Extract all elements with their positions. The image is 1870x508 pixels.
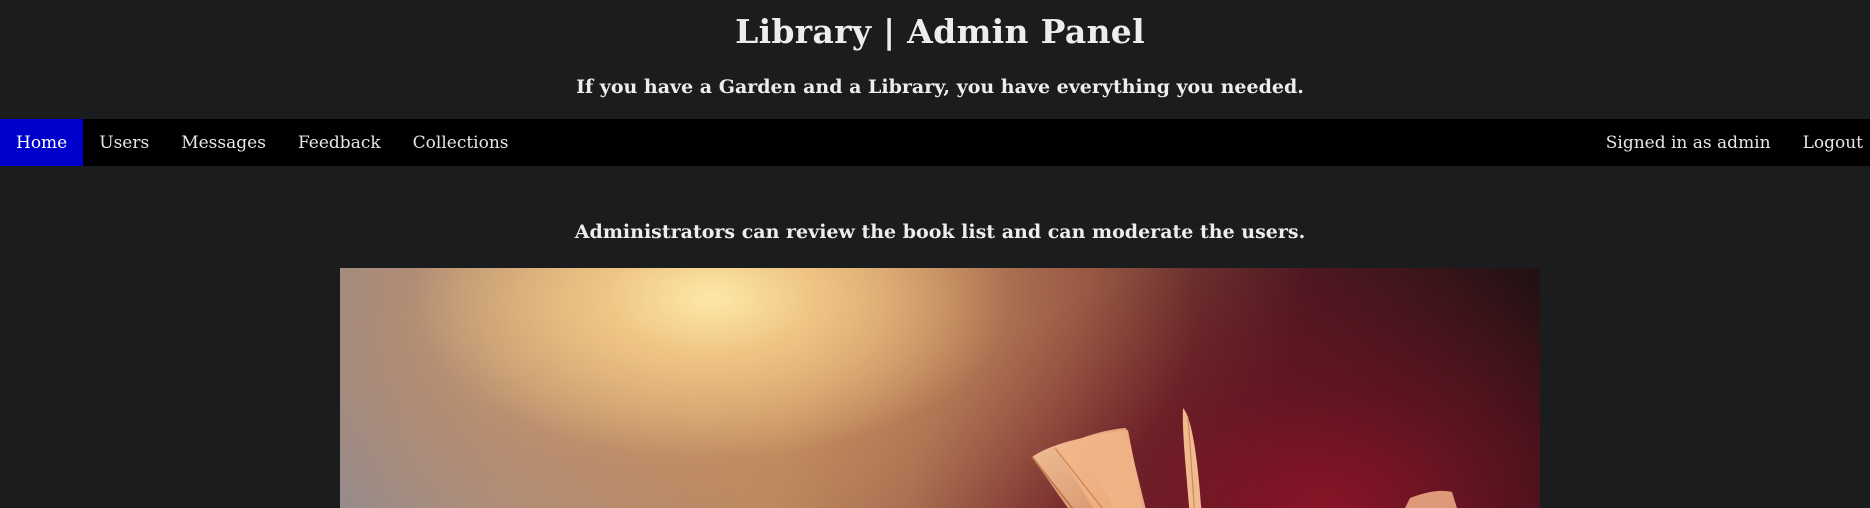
- hero-book-image: [340, 268, 1540, 508]
- nav-item-home[interactable]: Home: [0, 119, 84, 166]
- nav-right-group: Signed in as admin Logout: [1590, 119, 1870, 166]
- signed-in-user-link[interactable]: Signed in as admin: [1590, 119, 1787, 166]
- nav-left-group: Home Users Messages Feedback Collections: [0, 119, 525, 166]
- top-navbar: Home Users Messages Feedback Collections…: [0, 119, 1870, 166]
- nav-item-feedback[interactable]: Feedback: [282, 119, 397, 166]
- nav-item-users[interactable]: Users: [83, 119, 165, 166]
- open-book-illustration: [1031, 408, 1457, 508]
- page: Library | Admin Panel If you have a Gard…: [0, 0, 1870, 508]
- nav-item-messages[interactable]: Messages: [165, 119, 282, 166]
- site-subtitle: If you have a Garden and a Library, you …: [576, 76, 1304, 98]
- logout-link[interactable]: Logout: [1787, 119, 1870, 166]
- intro-text: Administrators can review the book list …: [574, 221, 1306, 243]
- site-title: Library | Admin Panel: [735, 12, 1145, 51]
- nav-item-collections[interactable]: Collections: [397, 119, 525, 166]
